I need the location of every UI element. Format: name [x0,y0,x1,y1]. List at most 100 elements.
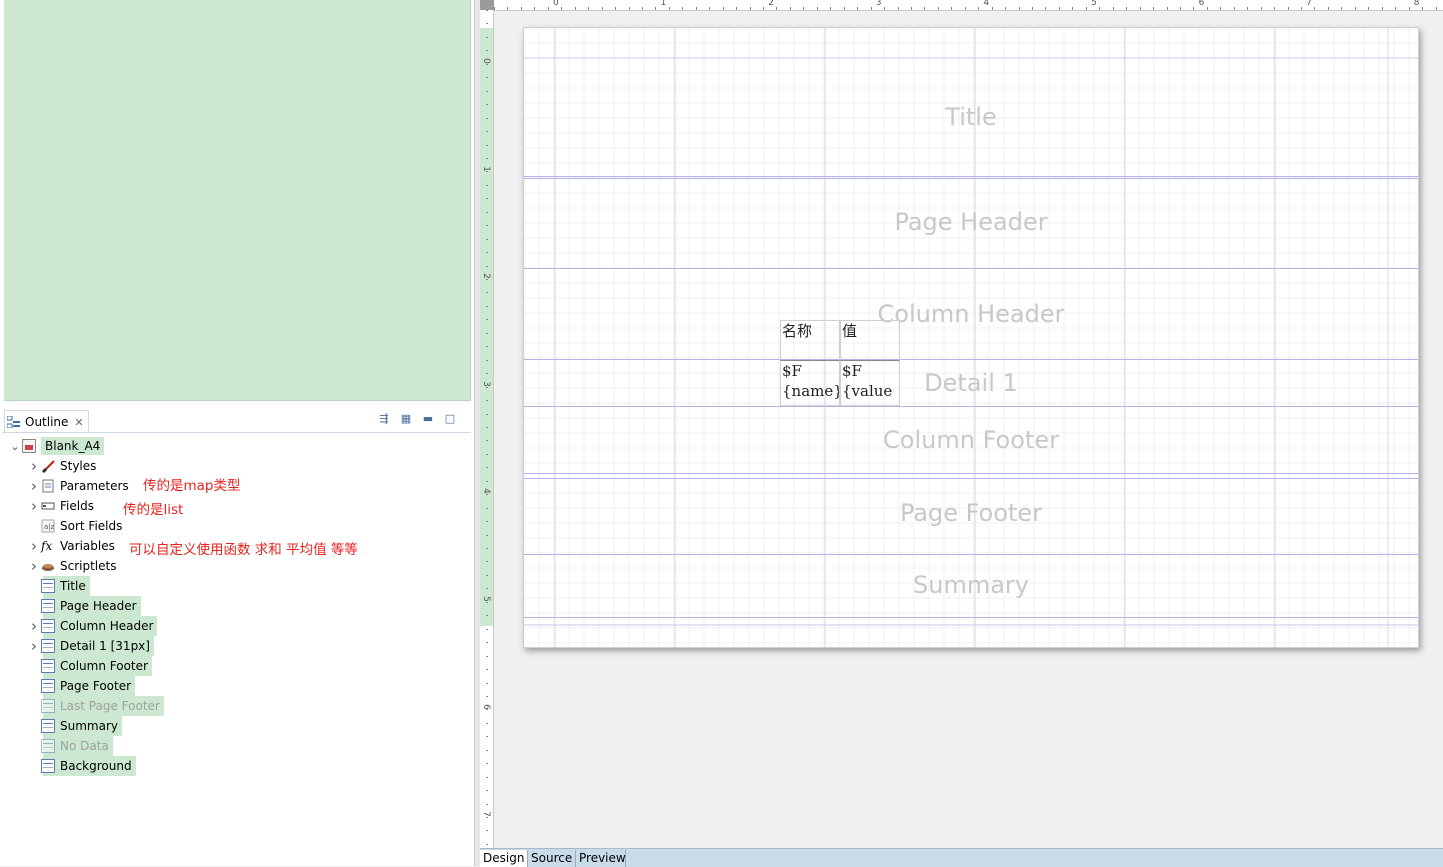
close-icon[interactable]: ✕ [74,416,83,429]
tree-item-label: Styles [60,459,97,473]
tree-item-label: Fields [60,499,94,513]
tree-item-label: Background [60,758,136,774]
tree-root[interactable]: ⌄ Blank_A4 [8,436,105,456]
tree-item-label: Summary [60,718,122,734]
ruler-number: 2 [768,0,774,8]
tree-item-detail-1-31px[interactable]: › Detail 1 [31px] [27,636,154,656]
band-label-title: Title [945,103,997,131]
svg-text:a|z: a|z [44,523,55,531]
maximize-icon[interactable]: □ [444,413,456,425]
tree-item-label: Last Page Footer [60,698,164,714]
tree-item-summary[interactable]: Summary [27,716,122,736]
brush-icon [41,459,55,474]
report-icon [22,439,36,453]
tree-item-label: Page Footer [60,678,136,694]
band-icon [41,699,55,713]
palette-area [4,0,471,401]
sort-fields-icon: a|z [41,519,55,533]
band-icon [41,719,55,733]
column-header-cell-value[interactable]: 值 [840,320,900,360]
tree-item-label: No Data [60,738,113,754]
vertical-ruler: 01234567 [480,10,494,848]
band-label-column-footer: Column Footer [883,426,1059,454]
report-editor: 012345678 01234567 Title Page Header Colum… [480,0,1443,867]
tab-source[interactable]: Source [528,850,576,867]
tab-design[interactable]: Design [480,850,528,867]
annotation-variables: 可以自定义使用函数 求和 平均值 等等 [129,542,358,558]
chevron-right-icon[interactable]: › [27,497,41,515]
tree-item-page-header[interactable]: Page Header [27,596,141,616]
ruler-number: 0 [553,0,559,8]
band-icon [41,599,55,613]
editor-tabs: Design Source Preview [480,848,1443,867]
column-header-cell-name[interactable]: 名称 [780,320,840,360]
band-icon [41,619,55,633]
tree-item-background[interactable]: Background [27,756,136,776]
tree-item-no-data[interactable]: No Data [27,736,113,756]
band-label-detail-1: Detail 1 [924,369,1018,397]
ruler-number: 4 [983,0,990,8]
tree-item-title[interactable]: Title [27,576,90,596]
parameters-icon [41,479,55,493]
tree-item-label: Column Footer [60,658,152,674]
chevron-right-icon[interactable]: › [27,537,41,555]
band-label-page-header: Page Header [894,208,1048,236]
band-icon [41,739,55,753]
tree-item-column-footer[interactable]: Column Footer [27,656,152,676]
thumbnail-icon[interactable]: ▦ [400,413,412,425]
tree-item-scriptlets[interactable]: › Scriptlets [27,556,116,576]
chevron-right-icon[interactable]: › [27,637,41,655]
tab-preview[interactable]: Preview [576,850,626,867]
detail-field-value[interactable]: $F {value [840,360,900,406]
tree-item-column-header[interactable]: › Column Header [27,616,158,636]
tree-item-label: Title [60,578,90,594]
band-separator[interactable] [524,473,1418,474]
tree-item-variables[interactable]: › fx Variables [27,536,115,556]
tree-item-label: Detail 1 [31px] [60,638,154,654]
tree-item-page-footer[interactable]: Page Footer [27,676,136,696]
band-separator[interactable] [524,554,1418,555]
band-separator[interactable] [524,406,1418,407]
chevron-down-icon[interactable]: ⌄ [8,440,22,453]
annotation-fields: 传的是list [123,502,184,518]
chevron-right-icon[interactable]: › [27,557,41,575]
outline-icon [6,415,21,429]
band-separator[interactable] [524,178,1418,179]
band-label-page-footer: Page Footer [899,499,1043,527]
band-icon [41,679,55,693]
outline-tab-label: Outline [25,415,69,429]
annotation-parameters: 传的是map类型 [143,478,241,494]
band-separator[interactable] [524,478,1418,479]
tree-item-last-page-footer[interactable]: Last Page Footer [27,696,164,716]
tree-item-label: Column Header [60,618,158,634]
tree-item-styles[interactable]: › Styles [27,456,96,476]
fx-icon: fx [41,539,53,553]
coffee-icon [41,559,55,573]
detail-field-value-line2: {value [842,382,893,400]
band-separator[interactable] [524,359,1418,360]
band-separator[interactable] [524,617,1418,618]
detail-field-name-line1: $F [782,362,802,380]
chevron-right-icon[interactable]: › [27,477,41,495]
chevron-right-icon[interactable]: › [27,617,41,635]
band-icon [41,759,55,773]
report-page[interactable]: Title Page Header Column Header Detail 1 Col… [523,27,1419,648]
horizontal-ruler: 0 1 2 3 4 5 6 7 8 [494,0,1443,11]
tree-root-label: Blank_A4 [41,437,105,455]
tree-item-label: Page Header [60,598,141,614]
band-separator[interactable] [524,176,1418,177]
tab-outline[interactable]: Outline ✕ [4,410,89,433]
ruler-number: 1 [660,0,667,8]
fields-icon [41,499,55,513]
band-separator[interactable] [524,268,1418,269]
detail-field-name[interactable]: $F {name} [780,360,840,406]
tree-item-fields[interactable]: › Fields [27,496,94,516]
detail-field-name-line2: {name} [782,382,840,400]
ruler-number: 3 [875,0,882,8]
minimize-icon[interactable]: ▬ [422,413,434,425]
tree-item-sort-fields[interactable]: a|z Sort Fields [27,516,122,536]
tree-view-icon[interactable]: ⇶ [378,413,390,425]
band-label-summary: Summary [913,571,1029,599]
chevron-right-icon[interactable]: › [27,457,41,475]
tree-item-parameters[interactable]: › Parameters [27,476,129,496]
